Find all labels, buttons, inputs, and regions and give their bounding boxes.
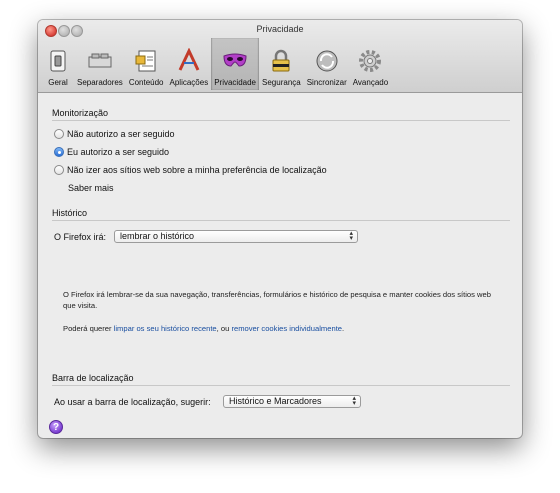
select-arrows-icon: ▴ ▾ [352,395,356,407]
tab-geral[interactable]: Geral [42,38,74,90]
radio-no-track[interactable]: Não autorizo a ser seguido [54,129,175,139]
history-actions-text: Poderá querer limpar os seu histórico re… [63,324,345,333]
locationbar-section-title: Barra de localização [52,373,134,383]
title-bar: Privacidade Geral Separadores Conteúdo A… [38,20,522,93]
tab-avancado[interactable]: Avançado [350,38,391,90]
radio-button-checked[interactable] [54,147,64,157]
tab-sincronizar[interactable]: Sincronizar [304,38,350,90]
history-section-title: Histórico [52,208,88,218]
gear-icon [359,50,382,72]
locationbar-suggest-label: Ao usar a barra de localização, sugerir: [54,397,211,407]
tab-aplicacoes[interactable]: Aplicações [167,38,212,90]
locationbar-suggest-select[interactable]: Histórico e Marcadores ▴ ▾ [223,395,361,408]
clear-history-link[interactable]: limpar os seu histórico recente [114,324,217,333]
document-icon [135,50,156,72]
history-mode-label: O Firefox irá: [54,232,107,242]
switch-icon [50,50,66,72]
tab-conteudo[interactable]: Conteúdo [126,38,167,90]
tracking-section-title: Monitorização [52,108,109,118]
history-divider [52,220,510,221]
tracking-divider [52,120,510,121]
preferences-toolbar: Geral Separadores Conteúdo Aplicações Pr… [42,38,391,92]
tabs-icon [88,53,112,68]
tab-separadores[interactable]: Separadores [74,38,126,90]
radio-no-preference[interactable]: Não izer aos sítios web sobre a minha pr… [54,165,327,175]
help-button[interactable]: ? [49,420,63,434]
history-mode-select[interactable]: lembrar o histórico ▴ ▾ [114,230,358,243]
window-title: Privacidade [256,24,304,34]
radio-allow-track[interactable]: Eu autorizo a ser seguido [54,147,169,157]
apps-icon [178,48,200,71]
privacy-pane: Monitorização Não autorizo a ser seguido… [38,93,522,438]
remove-cookies-link[interactable]: remover cookies individualmente [231,324,342,333]
radio-button[interactable] [54,129,64,139]
history-description: O Firefox irá lembrar-se da sua navegaçã… [63,290,491,310]
learn-more-link[interactable]: Saber mais [68,183,114,193]
locationbar-divider [52,385,510,386]
sync-icon [316,50,338,72]
tab-seguranca[interactable]: Segurança [259,38,304,90]
radio-button[interactable] [54,165,64,175]
lock-icon [272,49,290,72]
select-arrows-icon: ▴ ▾ [349,230,353,242]
preferences-window: Privacidade Geral Separadores Conteúdo A… [38,20,522,438]
tab-privacidade[interactable]: Privacidade [211,38,260,90]
mask-icon [223,53,247,67]
